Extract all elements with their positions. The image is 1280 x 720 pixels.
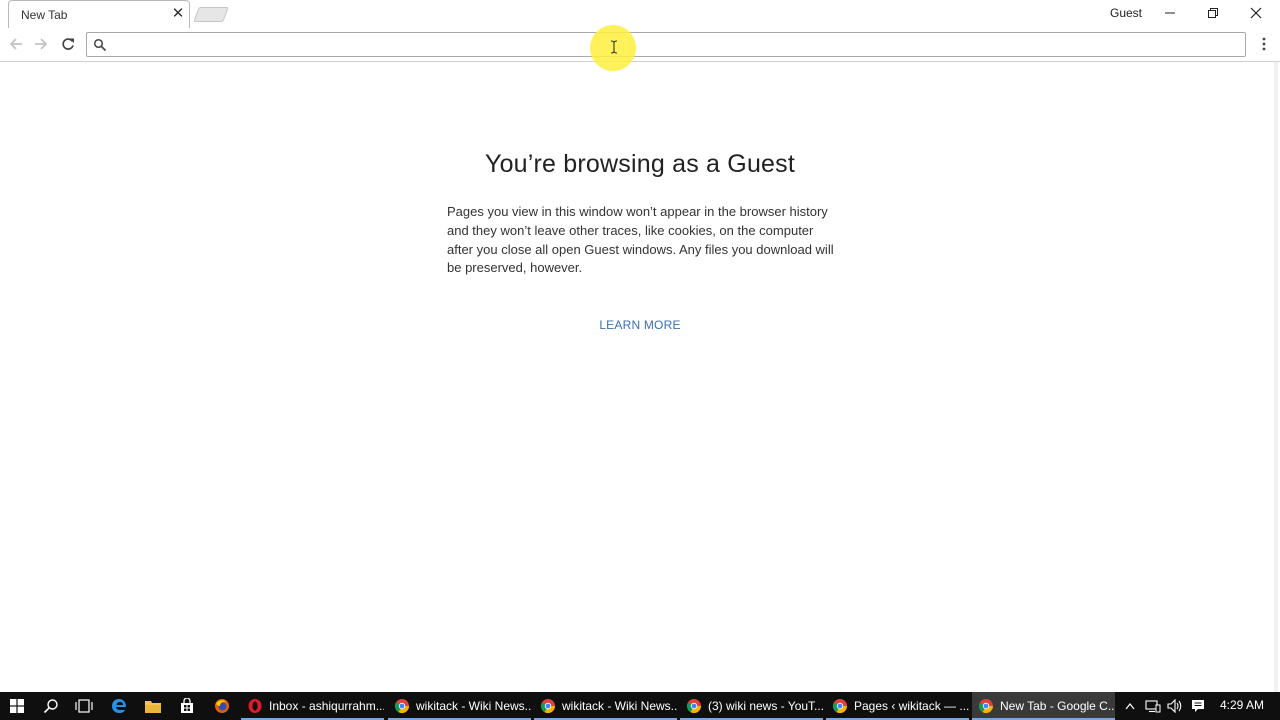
search-icon bbox=[93, 38, 107, 52]
restore-button[interactable] bbox=[1191, 0, 1235, 26]
taskbar-app-label: Pages ‹ wikitack — ... bbox=[854, 699, 969, 713]
taskbar-app-5[interactable]: New Tab - Google C... bbox=[972, 692, 1115, 720]
back-arrow-icon bbox=[9, 38, 22, 50]
chevron-up-icon bbox=[1125, 703, 1135, 710]
search-icon bbox=[43, 699, 58, 714]
kebab-menu-icon bbox=[1262, 37, 1266, 51]
scrollbar-thumb[interactable] bbox=[1274, 62, 1278, 692]
chrome-icon bbox=[394, 699, 410, 714]
restore-icon bbox=[1208, 8, 1218, 18]
tab-close-icon[interactable]: ✕ bbox=[171, 6, 185, 22]
minimize-icon bbox=[1165, 12, 1175, 14]
store-button[interactable] bbox=[170, 692, 204, 720]
taskbar-app-label: wikitack - Wiki News... bbox=[416, 699, 531, 713]
minimize-button[interactable] bbox=[1148, 0, 1192, 26]
tab-strip: New Tab ✕ Guest bbox=[0, 0, 1280, 28]
toolbar bbox=[0, 28, 1280, 62]
taskbar-app-label: Inbox - ashiqurrahm... bbox=[269, 699, 384, 713]
taskbar: Inbox - ashiqurrahm... wikitack - Wiki N… bbox=[0, 692, 1280, 720]
folder-icon bbox=[145, 701, 161, 713]
close-icon bbox=[1250, 7, 1262, 19]
edge-taskbar-button[interactable] bbox=[102, 692, 136, 720]
firefox-button[interactable] bbox=[205, 692, 239, 720]
chrome-icon bbox=[686, 699, 702, 714]
edge-icon bbox=[112, 699, 126, 713]
forward-arrow-icon bbox=[35, 38, 48, 50]
taskbar-app-label: New Tab - Google C... bbox=[1000, 699, 1115, 713]
close-window-button[interactable] bbox=[1234, 0, 1278, 26]
omnibox[interactable] bbox=[86, 32, 1246, 57]
chrome-menu-button[interactable] bbox=[1254, 32, 1274, 56]
reload-icon bbox=[62, 38, 74, 50]
chrome-icon bbox=[832, 699, 848, 714]
windows-logo-icon bbox=[10, 699, 24, 713]
show-hidden-icons-button[interactable] bbox=[1120, 692, 1140, 720]
chrome-icon bbox=[978, 699, 994, 714]
omnibox-input[interactable] bbox=[113, 35, 1233, 54]
volume-button[interactable] bbox=[1164, 692, 1186, 720]
speaker-icon bbox=[1167, 699, 1182, 713]
taskbar-app-label: wikitack - Wiki News... bbox=[562, 699, 677, 713]
action-center-button[interactable] bbox=[1186, 692, 1210, 720]
notification-icon bbox=[1192, 700, 1204, 712]
opera-icon bbox=[248, 699, 262, 713]
page-title: You’re browsing as a Guest bbox=[484, 150, 795, 178]
text-cursor-icon bbox=[610, 40, 618, 54]
taskbar-clock[interactable]: 4:29 AM bbox=[1212, 698, 1272, 712]
search-taskbar-button[interactable] bbox=[34, 692, 68, 720]
store-bag-icon bbox=[181, 698, 193, 713]
tab-title: New Tab bbox=[21, 8, 68, 22]
network-icon bbox=[1145, 700, 1161, 713]
guest-page: You’re browsing as a Guest Pages you vie… bbox=[0, 62, 1272, 692]
start-button[interactable] bbox=[0, 692, 34, 720]
learn-more-link[interactable]: LEARN MORE bbox=[0, 318, 1280, 332]
reload-button[interactable] bbox=[56, 32, 80, 56]
file-explorer-button[interactable] bbox=[136, 692, 170, 720]
taskbar-app-1[interactable]: wikitack - Wiki News... bbox=[388, 692, 531, 720]
chrome-icon bbox=[540, 699, 556, 714]
network-button[interactable] bbox=[1142, 692, 1164, 720]
task-view-button[interactable] bbox=[67, 692, 101, 720]
task-view-icon bbox=[75, 699, 93, 713]
taskbar-app-3[interactable]: (3) wiki news - YouT... bbox=[680, 692, 823, 720]
forward-button[interactable] bbox=[29, 32, 53, 56]
taskbar-app-label: (3) wiki news - YouT... bbox=[708, 699, 823, 713]
taskbar-app-4[interactable]: Pages ‹ wikitack — ... bbox=[826, 692, 969, 720]
tab-new-tab[interactable]: New Tab ✕ bbox=[8, 0, 190, 28]
guest-description: Pages you view in this window won’t appe… bbox=[447, 204, 834, 276]
taskbar-app-0[interactable]: Inbox - ashiqurrahm... bbox=[241, 692, 384, 720]
profile-guest-label[interactable]: Guest bbox=[1110, 6, 1142, 20]
firefox-icon bbox=[215, 699, 229, 713]
taskbar-app-2[interactable]: wikitack - Wiki News... bbox=[534, 692, 677, 720]
new-tab-button[interactable] bbox=[193, 7, 229, 22]
back-button[interactable] bbox=[4, 32, 28, 56]
